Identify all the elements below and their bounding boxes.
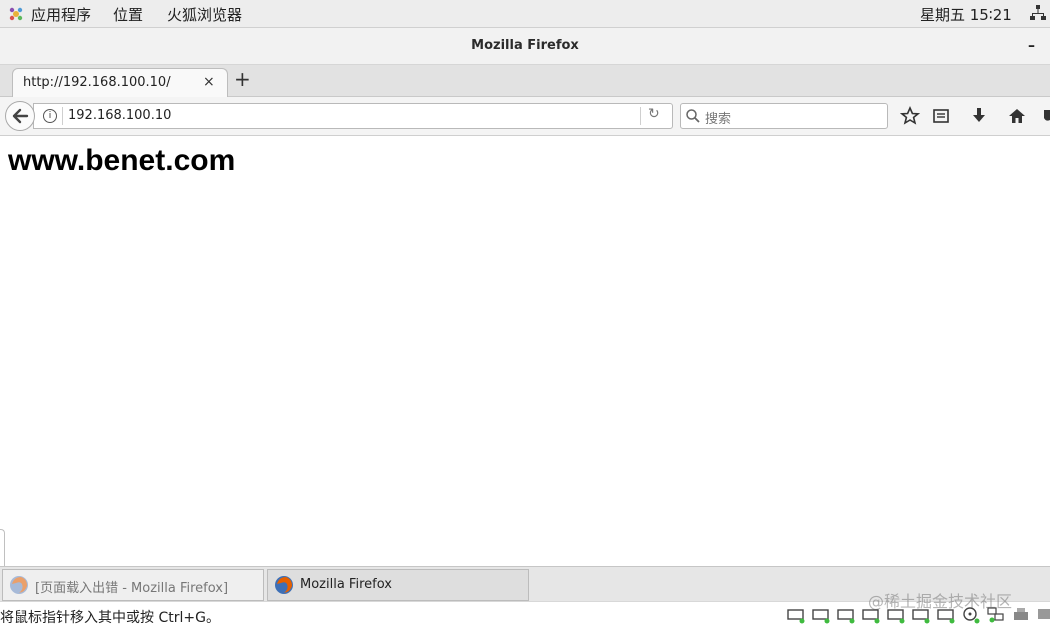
url-separator: [62, 107, 63, 125]
gnome-top-bar: 应用程序 位置 火狐浏览器 星期五 15∶21: [0, 0, 1050, 28]
search-icon: [686, 109, 700, 123]
clock[interactable]: 星期五 15∶21: [920, 4, 1012, 25]
taskbar-item-firefox[interactable]: Mozilla Firefox: [267, 569, 529, 601]
window-resize-grip[interactable]: [0, 529, 5, 566]
hard-disk-icon[interactable]: [786, 606, 806, 624]
cd-rom-icon[interactable]: [961, 606, 981, 624]
search-bar[interactable]: 搜索: [680, 103, 888, 129]
new-tab-button[interactable]: +: [234, 67, 251, 91]
hard-disk-icon[interactable]: [936, 606, 956, 624]
hard-disk-icon[interactable]: [811, 606, 831, 624]
back-button[interactable]: [5, 101, 35, 131]
search-placeholder: 搜索: [705, 112, 732, 127]
applications-menu[interactable]: 应用程序: [31, 4, 91, 25]
url-bar[interactable]: i 192.168.100.10 ↻: [33, 103, 673, 129]
close-tab-icon[interactable]: ×: [203, 74, 215, 90]
hard-disk-icon[interactable]: [886, 606, 906, 624]
bookmark-star-icon[interactable]: [900, 106, 920, 126]
printer-icon[interactable]: [1011, 606, 1031, 624]
tab-current[interactable]: http://192.168.100.10/ ×: [12, 68, 228, 97]
home-icon[interactable]: [1007, 106, 1027, 126]
reload-separator: [640, 107, 641, 125]
tab-title: http://192.168.100.10/: [23, 75, 171, 90]
taskbar-item-label: Mozilla Firefox: [300, 577, 392, 592]
status-hint: 将鼠标指针移入其中或按 Ctrl+G。: [0, 610, 220, 626]
reload-icon[interactable]: ↻: [648, 106, 660, 122]
navigation-toolbar: i 192.168.100.10 ↻ 搜索: [0, 97, 1050, 136]
network-adapter-icon[interactable]: [986, 606, 1006, 624]
page-heading: www.benet.com: [8, 144, 236, 177]
hard-disk-icon[interactable]: [836, 606, 856, 624]
url-text[interactable]: 192.168.100.10: [68, 108, 171, 123]
tab-strip: http://192.168.100.10/ × +: [0, 65, 1050, 97]
taskbar-item-error-window[interactable]: [页面载入出错 - Mozilla Firefox]: [2, 569, 264, 601]
window-titlebar: Mozilla Firefox –: [0, 28, 1050, 65]
back-arrow-icon: [12, 108, 29, 124]
minimize-button[interactable]: –: [1028, 38, 1042, 54]
firefox-icon: [275, 576, 293, 594]
firefox-app-menu[interactable]: 火狐浏览器: [167, 4, 242, 25]
display-icon[interactable]: [1036, 606, 1050, 624]
page-content: www.benet.com: [0, 136, 1050, 566]
hard-disk-icon[interactable]: [911, 606, 931, 624]
taskbar-item-label: [页面载入出错 - Mozilla Firefox]: [35, 581, 229, 596]
site-info-icon[interactable]: i: [43, 109, 57, 123]
network-icon[interactable]: [1030, 4, 1046, 22]
hard-disk-icon[interactable]: [861, 606, 881, 624]
apps-menu-icon[interactable]: [8, 6, 24, 22]
download-icon[interactable]: [969, 106, 989, 126]
bookmarks-library-icon[interactable]: [931, 106, 951, 126]
firefox-icon: [10, 576, 28, 594]
pocket-icon[interactable]: [1042, 106, 1050, 126]
places-menu[interactable]: 位置: [113, 4, 143, 25]
window-title: Mozilla Firefox: [471, 38, 579, 53]
vm-status-bar: 将鼠标指针移入其中或按 Ctrl+G。 @稀土掘金技术社区: [0, 592, 1050, 628]
